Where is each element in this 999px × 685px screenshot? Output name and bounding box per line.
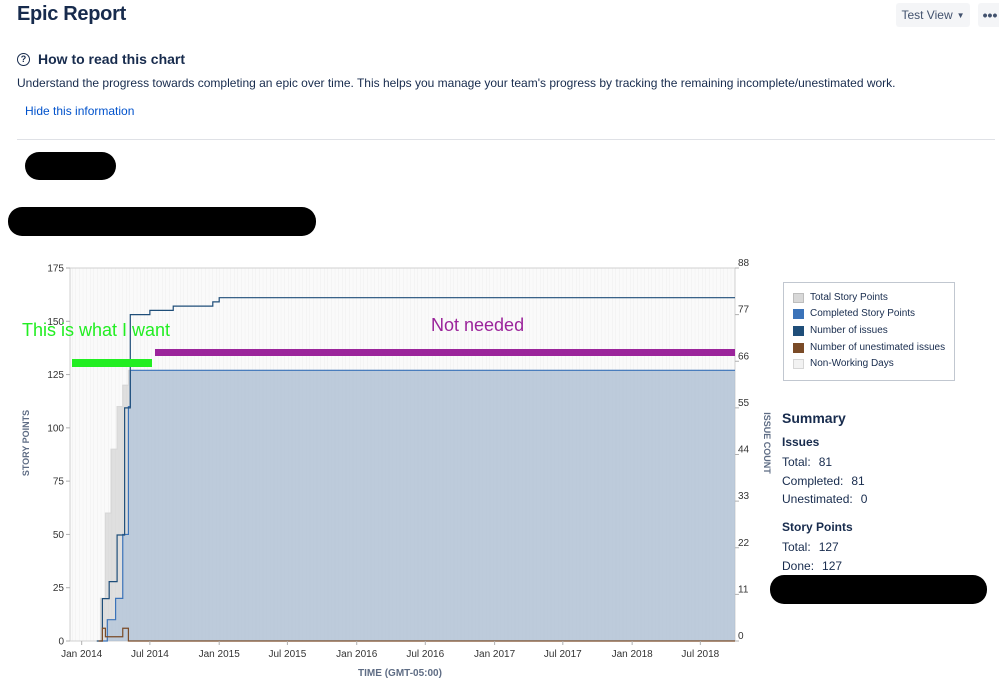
y-right-tick-label: 77 <box>738 305 750 316</box>
issues-completed-value: 81 <box>851 474 865 488</box>
y-right-tick-label: 55 <box>738 398 750 409</box>
legend-label: Total Story Points <box>810 292 888 303</box>
annotation-want-bar <box>72 359 152 367</box>
y-left-tick-label: 100 <box>47 423 64 434</box>
story-points-total-value: 127 <box>818 540 839 554</box>
issues-heading: Issues <box>782 435 820 449</box>
legend-item-completed-story-points[interactable]: Completed Story Points <box>793 308 915 319</box>
y-left-tick-label: 175 <box>47 264 64 275</box>
y-right-tick-label: 0 <box>738 631 744 642</box>
series-area-completed-story-points <box>100 370 735 641</box>
x-tick-label: Jul 2015 <box>268 649 306 660</box>
x-tick-label: Jan 2016 <box>336 649 378 660</box>
issues-total: Total: 81 <box>782 455 832 469</box>
x-tick-label: Jul 2016 <box>406 649 444 660</box>
annotation-want-text: This is what I want <box>22 320 171 340</box>
story-points-done-value: 127 <box>822 559 843 573</box>
annotation-not-needed-bar <box>155 349 735 356</box>
legend-label: Completed Story Points <box>810 308 916 319</box>
x-tick-label: Jul 2017 <box>544 649 582 660</box>
y-left-tick-label: 75 <box>53 477 65 488</box>
summary-title: Summary <box>782 410 846 426</box>
y-right-tick-label: 88 <box>738 258 750 269</box>
x-tick-label: Jan 2017 <box>474 649 516 660</box>
story-points-total: Total: 127 <box>782 540 839 554</box>
issues-unestimated: Unestimated: 0 <box>782 492 867 506</box>
story-points-heading: Story Points <box>782 520 853 534</box>
legend-swatch <box>793 325 804 336</box>
issues-total-label: Total: <box>782 455 811 469</box>
y-axis-right-title: ISSUE COUNT <box>762 412 772 474</box>
issues-unestimated-value: 0 <box>860 492 868 506</box>
annotation-not-needed-text: Not needed <box>431 315 525 335</box>
y-right-tick-label: 33 <box>738 491 750 502</box>
legend-label: Non-Working Days <box>810 358 894 369</box>
chart-legend: Total Story Points Completed Story Point… <box>783 282 955 381</box>
legend-item-total-story-points[interactable]: Total Story Points <box>793 292 888 303</box>
legend-item-non-working-days[interactable]: Non-Working Days <box>793 358 894 369</box>
x-tick-label: Jul 2018 <box>681 649 719 660</box>
x-tick-label: Jan 2014 <box>61 649 103 660</box>
y-right-tick-label: 44 <box>738 445 750 456</box>
y-right-tick-label: 66 <box>738 351 750 362</box>
y-axis-left-title: STORY POINTS <box>21 410 31 476</box>
legend-swatch <box>793 358 804 369</box>
issues-completed-label: Completed: <box>782 474 844 488</box>
y-left-tick-label: 125 <box>47 370 64 381</box>
y-left-tick-label: 50 <box>53 530 65 541</box>
x-tick-label: Jan 2018 <box>612 649 654 660</box>
y-right-tick-label: 11 <box>738 584 749 595</box>
legend-swatch <box>793 292 804 303</box>
issues-total-value: 81 <box>818 455 833 469</box>
y-left-tick-label: 0 <box>58 637 64 648</box>
x-tick-label: Jul 2014 <box>131 649 169 660</box>
legend-label: Number of issues <box>810 325 888 336</box>
y-right-tick-label: 22 <box>738 538 750 549</box>
story-points-done-label: Done: <box>782 559 815 573</box>
legend-item-number-of-issues[interactable]: Number of issues <box>793 325 888 336</box>
legend-swatch <box>793 342 804 353</box>
legend-item-unestimated-issues[interactable]: Number of unestimated issues <box>793 342 945 353</box>
x-axis-title: TIME (GMT-05:00) <box>358 668 442 679</box>
story-points-total-label: Total: <box>782 540 811 554</box>
y-left-tick-label: 25 <box>53 583 65 594</box>
issues-unestimated-label: Unestimated: <box>782 492 853 506</box>
legend-label: Number of unestimated issues <box>810 342 946 353</box>
issues-completed: Completed: 81 <box>782 474 865 488</box>
x-tick-label: Jan 2015 <box>199 649 241 660</box>
story-points-done: Done: 127 <box>782 559 842 573</box>
legend-swatch <box>793 308 804 319</box>
